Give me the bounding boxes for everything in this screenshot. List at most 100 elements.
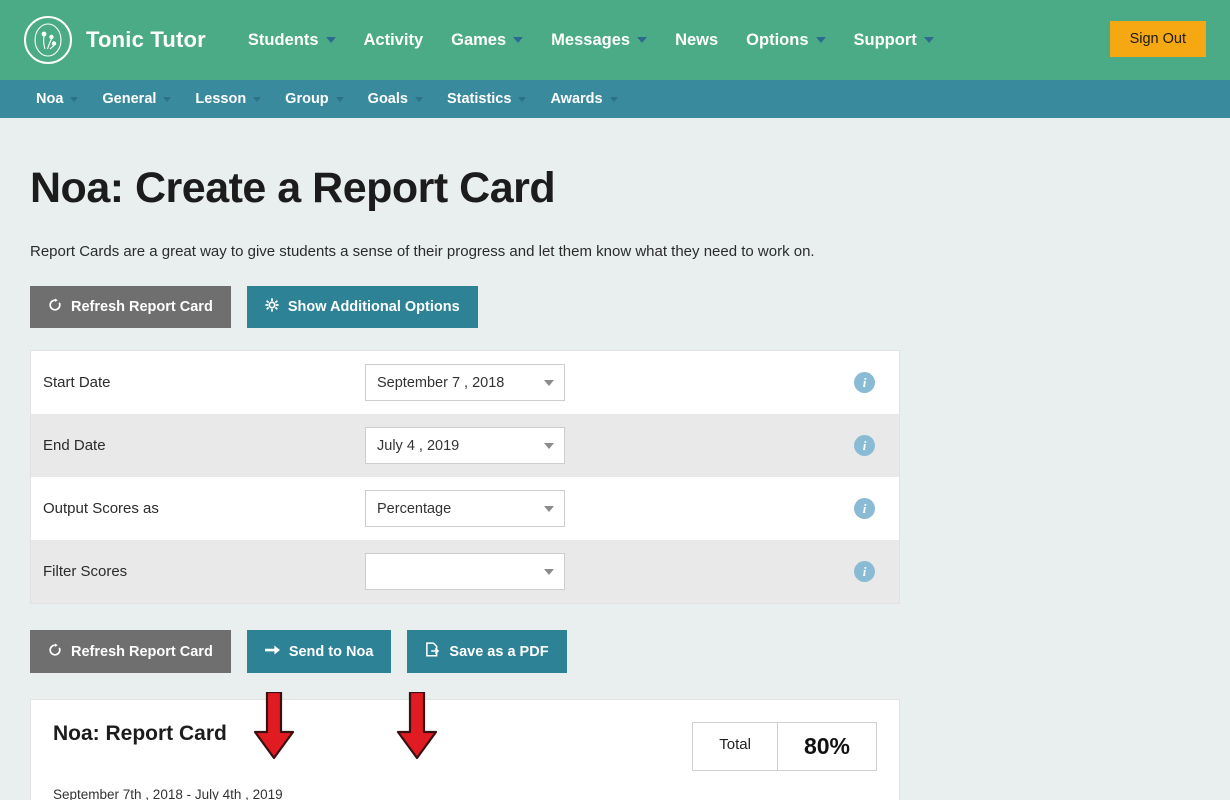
sign-out-button[interactable]: Sign Out bbox=[1110, 21, 1206, 57]
report-card-title: Noa: Report Card bbox=[53, 722, 227, 746]
nav-label: Support bbox=[854, 31, 917, 50]
chevron-down-icon bbox=[163, 97, 171, 102]
send-to-noa-button[interactable]: Send to Noa bbox=[247, 630, 392, 673]
nav-label: Options bbox=[746, 31, 808, 50]
subnav-item-group[interactable]: Group bbox=[273, 85, 356, 113]
nav-item-messages[interactable]: Messages bbox=[537, 23, 661, 58]
main-navigation: Students Activity Games Messages News Op… bbox=[234, 23, 948, 58]
total-value: 80% bbox=[778, 723, 876, 770]
form-row-end-date: End Date July 4 , 2019 i bbox=[31, 414, 899, 477]
page-content: Noa: Create a Report Card Report Cards a… bbox=[0, 164, 1230, 800]
filter-scores-select[interactable] bbox=[365, 553, 565, 590]
subnav-item-lesson[interactable]: Lesson bbox=[183, 85, 273, 113]
chevron-down-icon bbox=[415, 97, 423, 102]
total-score-badge: Total 80% bbox=[692, 722, 877, 771]
subnav-label: Lesson bbox=[195, 91, 246, 107]
nav-label: Activity bbox=[364, 31, 424, 50]
nav-item-support[interactable]: Support bbox=[840, 23, 948, 58]
output-scores-info-icon[interactable]: i bbox=[854, 498, 875, 519]
refresh-icon bbox=[48, 298, 62, 316]
gear-icon bbox=[265, 298, 279, 316]
start-date-label: Start Date bbox=[43, 374, 365, 391]
chevron-down-icon bbox=[518, 97, 526, 102]
start-date-info-icon[interactable]: i bbox=[854, 372, 875, 393]
end-date-value: July 4 , 2019 bbox=[377, 438, 459, 454]
main-header: Tonic Tutor Students Activity Games Mess… bbox=[0, 0, 1230, 80]
refresh-report-card-button-top[interactable]: Refresh Report Card bbox=[30, 286, 231, 328]
chevron-down-icon bbox=[253, 97, 261, 102]
nav-label: Messages bbox=[551, 31, 630, 50]
end-date-info-icon[interactable]: i bbox=[854, 435, 875, 456]
form-row-start-date: Start Date September 7 , 2018 i bbox=[31, 351, 899, 414]
report-card-preview: Noa: Report Card Total 80% September 7th… bbox=[30, 699, 900, 800]
page-description: Report Cards are a great way to give stu… bbox=[30, 243, 1200, 260]
chevron-down-icon bbox=[544, 506, 554, 512]
subnav-item-general[interactable]: General bbox=[90, 85, 183, 113]
button-label: Send to Noa bbox=[289, 644, 374, 660]
chevron-down-icon bbox=[610, 97, 618, 102]
nav-label: Games bbox=[451, 31, 506, 50]
chevron-down-icon bbox=[637, 37, 647, 43]
nav-item-activity[interactable]: Activity bbox=[350, 23, 438, 58]
report-card-header: Noa: Report Card Total 80% bbox=[53, 722, 877, 771]
filter-scores-info-icon[interactable]: i bbox=[854, 561, 875, 582]
subnav-label: General bbox=[102, 91, 156, 107]
nav-item-games[interactable]: Games bbox=[437, 23, 537, 58]
chevron-down-icon bbox=[336, 97, 344, 102]
filter-scores-label: Filter Scores bbox=[43, 563, 365, 580]
chevron-down-icon bbox=[513, 37, 523, 43]
nav-label: Students bbox=[248, 31, 319, 50]
button-label: Refresh Report Card bbox=[71, 644, 213, 660]
subnav-label: Noa bbox=[36, 91, 63, 107]
report-card-date-range: September 7th , 2018 - July 4th , 2019 bbox=[53, 787, 877, 800]
annotation-arrow-save-as-pdf bbox=[396, 692, 438, 760]
chevron-down-icon bbox=[924, 37, 934, 43]
start-date-value: September 7 , 2018 bbox=[377, 375, 504, 391]
nav-item-news[interactable]: News bbox=[661, 23, 732, 58]
total-label: Total bbox=[693, 723, 778, 770]
output-scores-select[interactable]: Percentage bbox=[365, 490, 565, 527]
annotation-arrow-send-to-noa bbox=[253, 692, 295, 760]
subnav-label: Statistics bbox=[447, 91, 511, 107]
chevron-down-icon bbox=[326, 37, 336, 43]
nav-label: News bbox=[675, 31, 718, 50]
subnav-label: Goals bbox=[368, 91, 408, 107]
button-label: Save as a PDF bbox=[449, 644, 548, 660]
chevron-down-icon bbox=[70, 97, 78, 102]
page-title: Noa: Create a Report Card bbox=[30, 164, 1200, 213]
secondary-navigation: Noa General Lesson Group Goals Statistic… bbox=[0, 80, 1230, 118]
end-date-label: End Date bbox=[43, 437, 365, 454]
report-options-panel: Start Date September 7 , 2018 i End Date… bbox=[30, 350, 900, 604]
top-action-buttons: Refresh Report Card Show Additional Opti… bbox=[30, 286, 1200, 328]
form-row-filter-scores: Filter Scores i bbox=[31, 540, 899, 603]
subnav-item-awards[interactable]: Awards bbox=[538, 85, 629, 113]
form-row-output-scores: Output Scores as Percentage i bbox=[31, 477, 899, 540]
chevron-down-icon bbox=[544, 380, 554, 386]
tonic-tutor-logo-icon bbox=[24, 16, 72, 64]
start-date-select[interactable]: September 7 , 2018 bbox=[365, 364, 565, 401]
nav-item-options[interactable]: Options bbox=[732, 23, 839, 58]
subnav-label: Awards bbox=[550, 91, 602, 107]
nav-item-students[interactable]: Students bbox=[234, 23, 350, 58]
chevron-down-icon bbox=[544, 569, 554, 575]
output-scores-label: Output Scores as bbox=[43, 500, 365, 517]
export-pdf-icon bbox=[425, 642, 440, 661]
show-additional-options-button[interactable]: Show Additional Options bbox=[247, 286, 478, 328]
subnav-item-goals[interactable]: Goals bbox=[356, 85, 435, 113]
button-label: Show Additional Options bbox=[288, 299, 460, 315]
subnav-label: Group bbox=[285, 91, 329, 107]
chevron-down-icon bbox=[544, 443, 554, 449]
output-scores-value: Percentage bbox=[377, 501, 451, 517]
arrow-right-icon bbox=[265, 643, 280, 661]
brand-logo-group[interactable]: Tonic Tutor bbox=[24, 16, 206, 64]
bottom-action-buttons: Refresh Report Card Send to Noa Save as … bbox=[30, 630, 1200, 673]
end-date-select[interactable]: July 4 , 2019 bbox=[365, 427, 565, 464]
refresh-icon bbox=[48, 643, 62, 661]
save-as-pdf-button[interactable]: Save as a PDF bbox=[407, 630, 566, 673]
subnav-item-statistics[interactable]: Statistics bbox=[435, 85, 538, 113]
chevron-down-icon bbox=[816, 37, 826, 43]
button-label: Refresh Report Card bbox=[71, 299, 213, 315]
brand-name: Tonic Tutor bbox=[86, 27, 206, 53]
subnav-item-noa[interactable]: Noa bbox=[24, 85, 90, 113]
refresh-report-card-button-bottom[interactable]: Refresh Report Card bbox=[30, 630, 231, 673]
